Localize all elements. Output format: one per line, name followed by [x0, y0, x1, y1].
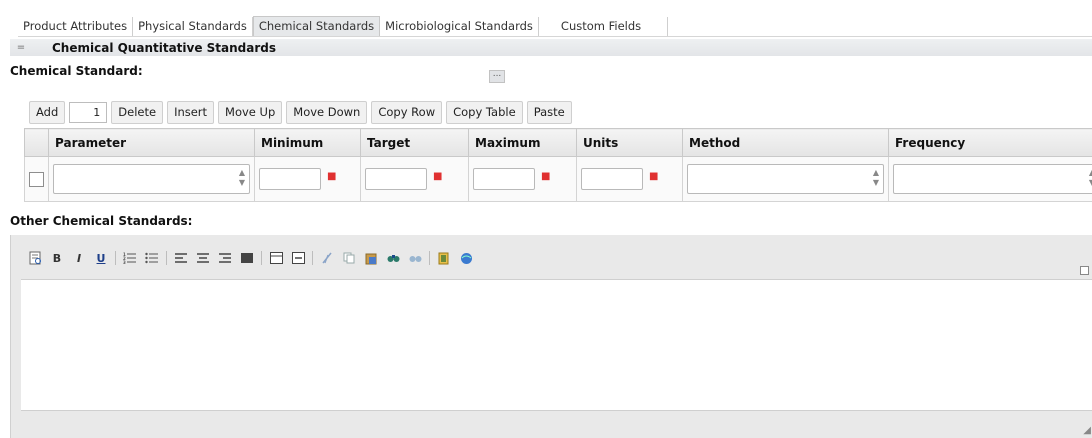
- paste-icon[interactable]: [363, 250, 379, 266]
- unordered-list-icon[interactable]: [144, 250, 160, 266]
- column-header-target[interactable]: Target: [360, 128, 469, 157]
- resize-handle-icon[interactable]: ◢: [1083, 425, 1091, 436]
- required-marker: ■: [649, 171, 659, 182]
- special-character-icon[interactable]: [436, 250, 452, 266]
- paste-button[interactable]: Paste: [526, 101, 572, 124]
- tab-chemical-standards[interactable]: Chemical Standards: [252, 16, 381, 36]
- copy-row-button[interactable]: Copy Row: [371, 101, 443, 124]
- tab-bar: Product Attributes Physical Standards Ch…: [18, 16, 1092, 37]
- column-header-maximum[interactable]: Maximum: [468, 128, 577, 157]
- insert-button[interactable]: Insert: [167, 101, 215, 124]
- table-row: ▲ ▼ ■ ■ ■ ■ ▲ ▼ ▲ ▼: [24, 156, 1092, 202]
- minimum-input[interactable]: [259, 168, 321, 190]
- copy-table-button[interactable]: Copy Table: [446, 101, 523, 124]
- move-up-button[interactable]: Move Up: [218, 101, 283, 124]
- align-right-icon[interactable]: [217, 250, 233, 266]
- parameter-textarea[interactable]: ▲ ▼: [53, 164, 250, 194]
- replace-icon[interactable]: [407, 250, 423, 266]
- delete-button[interactable]: Delete: [111, 101, 164, 124]
- maximum-input[interactable]: [473, 168, 535, 190]
- select-column-header: [24, 128, 49, 157]
- italic-icon[interactable]: I: [71, 250, 87, 266]
- grid-toolbar: Add 1 Delete Insert Move Up Move Down Co…: [29, 101, 576, 124]
- collapse-icon[interactable]: =: [10, 42, 32, 53]
- chemical-standards-table: Parameter Minimum Target Maximum Units M…: [24, 128, 1092, 202]
- spinner-icon[interactable]: ▲ ▼: [873, 168, 879, 188]
- preview-icon[interactable]: [27, 250, 43, 266]
- other-chemical-standards-label: Other Chemical Standards:: [10, 214, 193, 228]
- add-button[interactable]: Add: [29, 101, 66, 124]
- column-header-units[interactable]: Units: [576, 128, 683, 157]
- collapse-editor-icon[interactable]: [1080, 266, 1089, 275]
- align-justify-icon[interactable]: [239, 250, 255, 266]
- cut-icon[interactable]: [319, 250, 335, 266]
- web-link-icon[interactable]: [458, 250, 474, 266]
- tab-physical-standards[interactable]: Physical Standards: [133, 17, 253, 36]
- spinner-icon[interactable]: ▲ ▼: [239, 168, 245, 188]
- table-header-row: Parameter Minimum Target Maximum Units M…: [24, 128, 1092, 157]
- bold-icon[interactable]: B: [49, 250, 65, 266]
- align-center-icon[interactable]: [195, 250, 211, 266]
- chemical-standard-label: Chemical Standard:: [10, 64, 143, 78]
- move-down-button[interactable]: Move Down: [286, 101, 368, 124]
- required-marker: ■: [327, 171, 337, 182]
- column-header-parameter[interactable]: Parameter: [48, 128, 255, 157]
- ellipsis-button[interactable]: ...: [489, 70, 505, 83]
- tab-product-attributes[interactable]: Product Attributes: [18, 17, 134, 36]
- svg-text:3: 3: [123, 260, 126, 264]
- ordered-list-icon[interactable]: 123: [122, 250, 138, 266]
- rich-text-editor: B I U 123 ◢: [10, 235, 1092, 438]
- units-input[interactable]: [581, 168, 643, 190]
- target-input[interactable]: [365, 168, 427, 190]
- section-title: Chemical Quantitative Standards: [52, 40, 277, 55]
- table-icon[interactable]: [268, 250, 284, 266]
- horizontal-rule-icon[interactable]: [290, 250, 306, 266]
- frequency-textarea[interactable]: ▲ ▼: [893, 164, 1092, 194]
- editor-toolbar: B I U 123: [27, 250, 480, 266]
- required-marker: ■: [541, 171, 551, 182]
- tab-microbiological-standards[interactable]: Microbiological Standards: [380, 17, 539, 36]
- method-textarea[interactable]: ▲ ▼: [687, 164, 884, 194]
- column-header-minimum[interactable]: Minimum: [254, 128, 361, 157]
- required-marker: ■: [433, 171, 443, 182]
- row-count-input[interactable]: 1: [69, 102, 108, 123]
- tab-custom-fields[interactable]: Custom Fields: [539, 17, 669, 36]
- find-icon[interactable]: [385, 250, 401, 266]
- align-left-icon[interactable]: [173, 250, 189, 266]
- row-checkbox[interactable]: [29, 171, 44, 187]
- column-header-method[interactable]: Method: [682, 128, 889, 157]
- copy-icon[interactable]: [341, 250, 357, 266]
- underline-icon[interactable]: U: [93, 250, 109, 266]
- column-header-frequency[interactable]: Frequency: [888, 128, 1092, 157]
- editor-content-area[interactable]: [21, 279, 1092, 411]
- section-header: = Chemical Quantitative Standards: [10, 39, 1092, 56]
